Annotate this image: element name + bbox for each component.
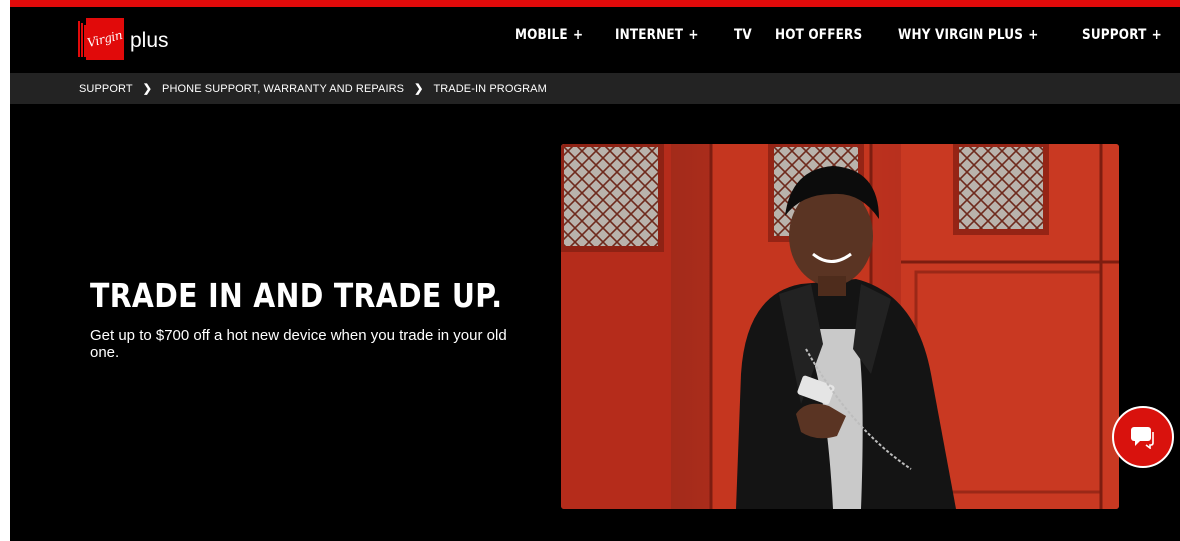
breadcrumb: SUPPORT ❯ PHONE SUPPORT, WARRANTY AND RE… (79, 73, 547, 104)
chevron-right-icon: ❯ (414, 83, 424, 95)
page: Virgin plus MOBILE + INTERNET + TV HOT OFF… (10, 0, 1180, 541)
nav-item-hot-offers[interactable]: HOT OFFERS (775, 27, 862, 43)
chat-button[interactable] (1112, 406, 1174, 468)
expand-plus-icon: + (1151, 27, 1163, 43)
site-header: Virgin plus MOBILE + INTERNET + TV HOT OFF… (10, 7, 1180, 73)
breadcrumb-support[interactable]: SUPPORT (79, 83, 133, 95)
nav-item-support[interactable]: SUPPORT + (1082, 27, 1162, 43)
nav-item-mobile[interactable]: MOBILE + (515, 27, 583, 43)
chat-bubble-icon (1131, 427, 1154, 449)
logo-script: Virgin (86, 27, 124, 51)
hero-subtitle: Get up to $700 off a hot new device when… (90, 327, 507, 361)
expand-plus-icon: + (1028, 27, 1039, 43)
breadcrumb-bar: SUPPORT ❯ PHONE SUPPORT, WARRANTY AND RE… (10, 73, 1180, 104)
chevron-right-icon: ❯ (142, 83, 153, 95)
virgin-logo-mark: Virgin (78, 18, 124, 60)
hero-title: TRADE IN AND TRADE UP. (90, 276, 503, 315)
expand-plus-icon: + (688, 27, 699, 43)
hero-text: TRADE IN AND TRADE UP. Get up to $700 of… (90, 276, 530, 361)
nav-item-tv[interactable]: TV (734, 27, 752, 43)
nav-item-why-virgin-plus[interactable]: WHY VIRGIN PLUS + (898, 27, 1038, 43)
expand-plus-icon: + (572, 27, 584, 43)
nav-item-internet[interactable]: INTERNET + (615, 27, 699, 43)
hero-image (561, 144, 1119, 509)
logo-wordmark: plus (130, 28, 169, 52)
breadcrumb-trade-in-program: TRADE-IN PROGRAM (433, 82, 547, 95)
virgin-plus-logo[interactable]: Virgin plus (78, 18, 169, 60)
top-accent-bar (10, 0, 1180, 7)
main-nav: MOBILE + INTERNET + TV HOT OFFERS WHY VIRG… (515, 7, 1163, 63)
breadcrumb-phone-support[interactable]: PHONE SUPPORT, WARRANTY AND REPAIRS (162, 83, 404, 95)
